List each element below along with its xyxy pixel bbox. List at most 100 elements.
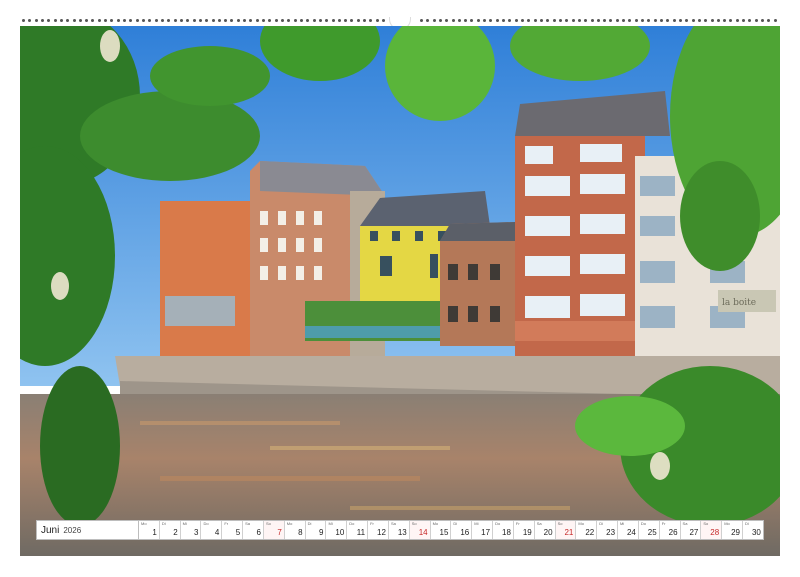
binding-hole [66, 19, 70, 22]
day-number: 10 [335, 528, 345, 537]
day-cell: Sa 20 [535, 521, 556, 539]
day-number: 6 [256, 528, 261, 537]
binding-hole [451, 19, 455, 22]
binding-hole [59, 19, 63, 22]
binding-hole [274, 19, 278, 22]
calendar-month-strip: Juni 2026 Mo 1 Di 2 Mi 3 Do 4 Fr 5 Sa 6 So 7 Mo 8 Di 9 Mi 1… [36, 520, 764, 540]
binding-hole [773, 19, 777, 22]
day-weekday-label: Fr [515, 521, 520, 526]
binding-hole [91, 19, 95, 22]
binding-hole [761, 19, 765, 22]
day-cell: So 28 [701, 521, 723, 539]
day-weekday-label: Fr [370, 521, 374, 526]
calendar-photo: la boite [20, 26, 780, 556]
binding-hole [508, 19, 512, 22]
binding-hole [167, 19, 171, 22]
day-number: 20 [543, 528, 553, 537]
binding-hole [22, 19, 25, 22]
riverside-town-scene: la boite [20, 26, 780, 556]
day-weekday-label: Sa [536, 521, 542, 526]
day-number: 15 [439, 528, 449, 537]
binding-hole [628, 19, 632, 22]
binding-hole [34, 19, 38, 22]
binding-hole [287, 19, 291, 22]
day-number: 2 [173, 528, 178, 537]
binding-hole [666, 19, 670, 22]
day-number: 13 [397, 528, 407, 537]
binding-hole [179, 19, 183, 22]
binding-hole [590, 19, 594, 22]
binding-hole [40, 19, 44, 22]
day-number: 26 [668, 528, 678, 537]
binding-hole [53, 19, 57, 22]
day-number: 3 [194, 528, 199, 537]
binding-hole [148, 19, 152, 22]
binding-hole [154, 19, 158, 22]
binding-hole [489, 19, 493, 22]
binding-hole [565, 19, 569, 22]
building-left-orange [160, 201, 260, 361]
day-cell: Fr 19 [514, 521, 535, 539]
binding-hole [369, 19, 373, 22]
binding-hole [659, 19, 663, 22]
binding-hole [318, 19, 322, 22]
binding-hole [230, 19, 234, 22]
binding-hole [584, 19, 588, 22]
day-cell: Di 9 [306, 521, 327, 539]
binding-hole [546, 19, 550, 22]
binding-hole [704, 19, 708, 22]
binding-hole [502, 19, 506, 22]
day-cell: Di 23 [597, 521, 619, 539]
day-cell: Do 18 [493, 521, 514, 539]
day-number: 23 [606, 528, 616, 537]
binding-hole [299, 19, 303, 22]
binding-hole [306, 19, 310, 22]
day-cell: Mo 15 [431, 521, 452, 539]
day-number: 21 [564, 528, 574, 537]
day-cell: So 7 [263, 521, 285, 539]
binding-hole [293, 19, 297, 22]
binding-hole [350, 19, 354, 22]
binding-hole [198, 19, 202, 22]
binding-hole [129, 19, 133, 22]
day-cell: Do 11 [347, 521, 369, 539]
day-cell: So 14 [409, 521, 431, 539]
binding-hole [110, 19, 114, 22]
day-number: 30 [751, 528, 761, 537]
binding-hole [483, 19, 487, 22]
day-weekday-label: Do [349, 521, 355, 526]
day-cell: Mo 1 [139, 521, 160, 539]
binding-hole [356, 19, 360, 22]
day-number: 1 [152, 528, 157, 537]
binding-hole [438, 19, 442, 22]
day-number: 22 [585, 528, 595, 537]
binding-hole [205, 19, 209, 22]
day-weekday-label: Sa [245, 521, 251, 526]
day-number: 29 [731, 528, 741, 537]
day-number: 4 [214, 528, 220, 537]
day-number: 12 [377, 528, 386, 537]
binding-hole [596, 19, 600, 22]
binding-hole [78, 19, 82, 22]
day-cell: Mo 22 [576, 521, 598, 539]
binding-hole [47, 19, 51, 22]
day-weekday-label: Do [640, 521, 646, 526]
day-cell: Sa 13 [389, 521, 410, 539]
binding-hole [255, 19, 259, 22]
binding-hole [445, 19, 449, 22]
binding-hole [615, 19, 619, 22]
binding-hole [217, 19, 221, 22]
day-weekday-label: Sa [390, 521, 396, 526]
binding-hole [85, 19, 89, 22]
binding-hole [723, 19, 727, 22]
day-weekday-label: Sa [682, 521, 688, 526]
binding-hole [363, 19, 367, 22]
day-weekday-label: Do [495, 521, 501, 526]
binding-hole [653, 19, 657, 22]
binding-hole [527, 19, 531, 22]
binding-hole [97, 19, 101, 22]
day-cell: So 21 [555, 521, 577, 539]
binding-hole [312, 19, 316, 22]
binding-hole [533, 19, 537, 22]
binding-hole [28, 19, 32, 22]
